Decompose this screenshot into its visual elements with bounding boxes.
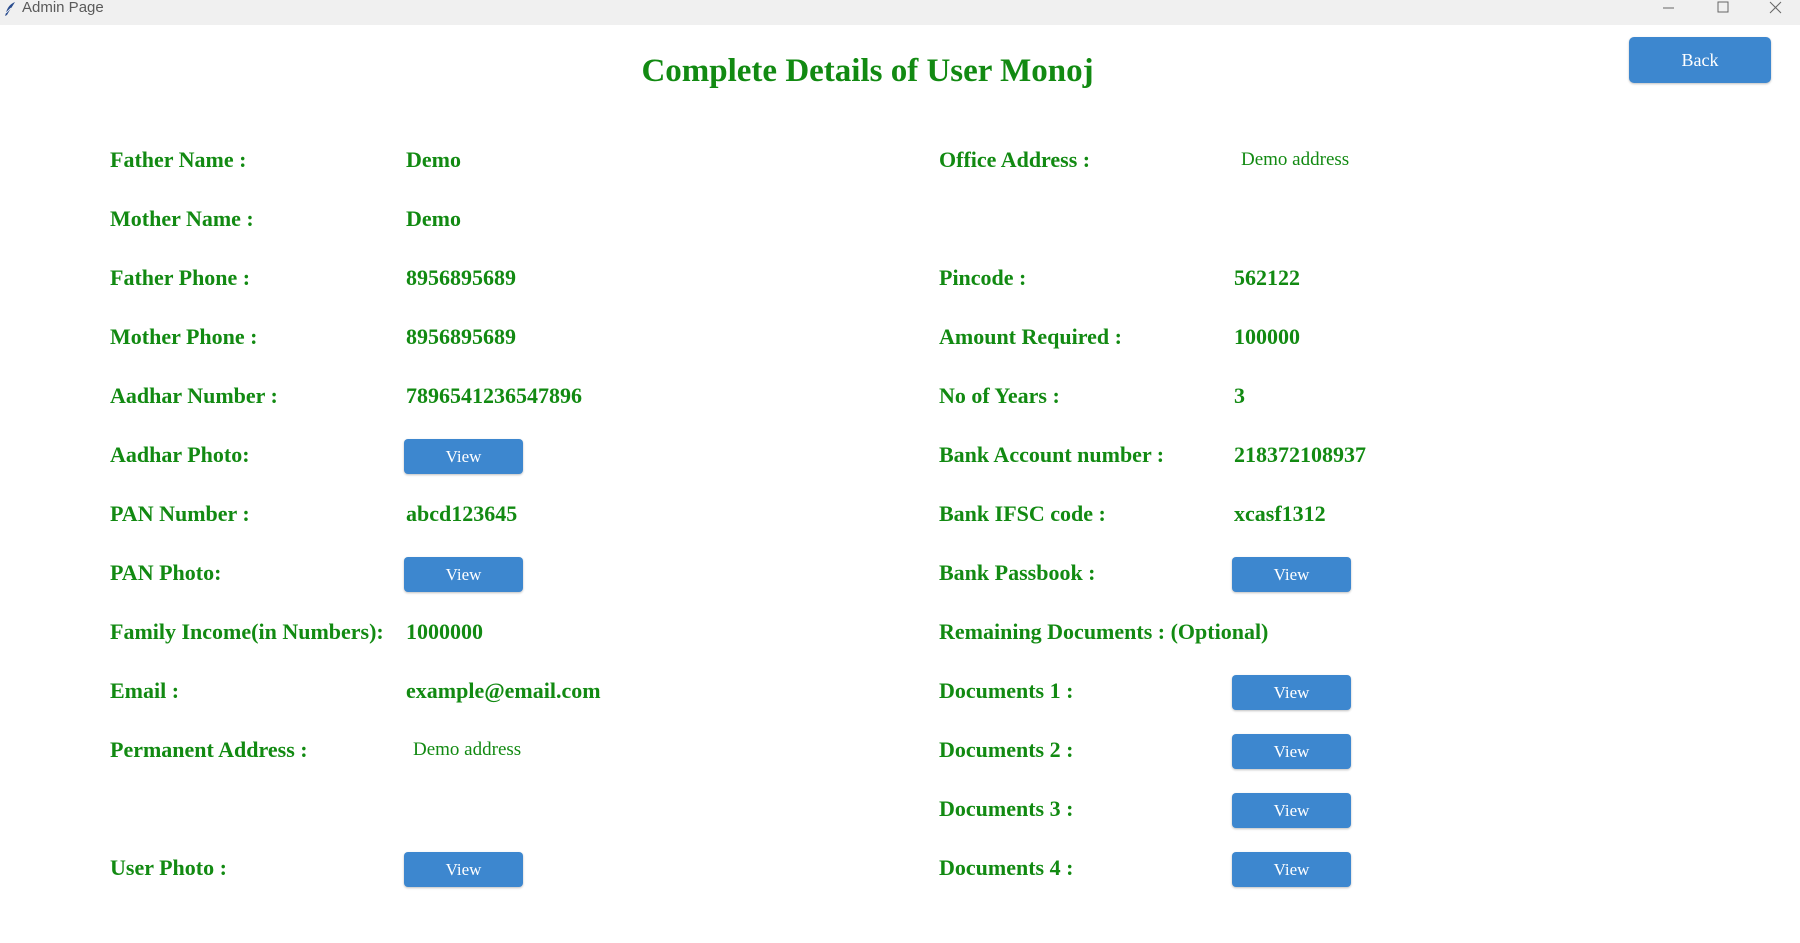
mother-phone-label: Mother Phone : bbox=[110, 324, 258, 349]
pan-photo-label: PAN Photo: bbox=[110, 560, 222, 585]
family-income-label: Family Income(in Numbers): bbox=[110, 619, 384, 644]
pincode-value: 562122 bbox=[1234, 265, 1300, 290]
user-photo-view-button[interactable]: View bbox=[404, 852, 523, 887]
aadhar-number-label: Aadhar Number : bbox=[110, 383, 278, 408]
bank-passbook-label: Bank Passbook : bbox=[939, 560, 1096, 585]
aadhar-photo-label: Aadhar Photo: bbox=[110, 442, 250, 467]
amount-required-value: 100000 bbox=[1234, 324, 1300, 349]
back-button[interactable]: Back bbox=[1629, 37, 1771, 83]
bank-ifsc-label: Bank IFSC code : bbox=[939, 501, 1106, 526]
aadhar-number-value: 7896541236547896 bbox=[406, 383, 582, 408]
father-phone-value: 8956895689 bbox=[406, 265, 516, 290]
permanent-address-value: Demo address bbox=[413, 739, 522, 760]
family-income-value: 1000000 bbox=[406, 619, 483, 644]
close-button[interactable] bbox=[1751, 0, 1800, 16]
documents-1-view-button[interactable]: View bbox=[1232, 675, 1351, 710]
page-title: Complete Details of User Monoj bbox=[641, 53, 1094, 89]
father-name-value: Demo bbox=[406, 147, 461, 172]
documents-1-label: Documents 1 : bbox=[939, 678, 1074, 703]
bank-ifsc-value: xcasf1312 bbox=[1234, 501, 1326, 526]
no-of-years-value: 3 bbox=[1234, 383, 1245, 408]
mother-name-value: Demo bbox=[406, 206, 461, 231]
bank-passbook-view-button[interactable]: View bbox=[1232, 557, 1351, 592]
mother-phone-value: 8956895689 bbox=[406, 324, 516, 349]
office-address-value: Demo address bbox=[1241, 149, 1350, 170]
documents-2-view-button[interactable]: View bbox=[1232, 734, 1351, 769]
bank-account-label: Bank Account number : bbox=[939, 442, 1165, 467]
pincode-label: Pincode : bbox=[939, 265, 1027, 290]
documents-4-label: Documents 4 : bbox=[939, 855, 1074, 880]
amount-required-label: Amount Required : bbox=[939, 324, 1122, 349]
father-name-label: Father Name : bbox=[110, 147, 247, 172]
pan-number-value: abcd123645 bbox=[406, 501, 518, 526]
mother-name-label: Mother Name : bbox=[110, 206, 254, 231]
remaining-documents-label: Remaining Documents : (Optional) bbox=[939, 619, 1269, 644]
user-photo-label: User Photo : bbox=[110, 855, 227, 880]
minimize-icon bbox=[1663, 7, 1674, 9]
minimize-button[interactable] bbox=[1641, 0, 1695, 16]
window-titlebar: Admin Page bbox=[0, 0, 1800, 26]
permanent-address-label: Permanent Address : bbox=[110, 737, 308, 762]
feather-icon bbox=[5, 2, 15, 16]
documents-3-label: Documents 3 : bbox=[939, 796, 1074, 821]
bank-account-value: 218372108937 bbox=[1234, 442, 1366, 467]
pan-photo-view-button[interactable]: View bbox=[404, 557, 523, 592]
aadhar-photo-view-button[interactable]: View bbox=[404, 439, 523, 474]
father-phone-label: Father Phone : bbox=[110, 265, 251, 290]
main-content: Complete Details of User Monoj Back Fath… bbox=[0, 25, 1800, 943]
window-title: Admin Page bbox=[22, 0, 104, 16]
pan-number-label: PAN Number : bbox=[110, 501, 250, 526]
documents-3-view-button[interactable]: View bbox=[1232, 793, 1351, 828]
email-label: Email : bbox=[110, 678, 180, 703]
maximize-icon bbox=[1717, 1, 1729, 13]
maximize-button[interactable] bbox=[1696, 0, 1750, 16]
no-of-years-label: No of Years : bbox=[939, 383, 1060, 408]
email-value: example@email.com bbox=[406, 678, 601, 703]
documents-4-view-button[interactable]: View bbox=[1232, 852, 1351, 887]
office-address-label: Office Address : bbox=[939, 147, 1091, 172]
documents-2-label: Documents 2 : bbox=[939, 737, 1074, 762]
close-icon bbox=[1769, 1, 1782, 14]
